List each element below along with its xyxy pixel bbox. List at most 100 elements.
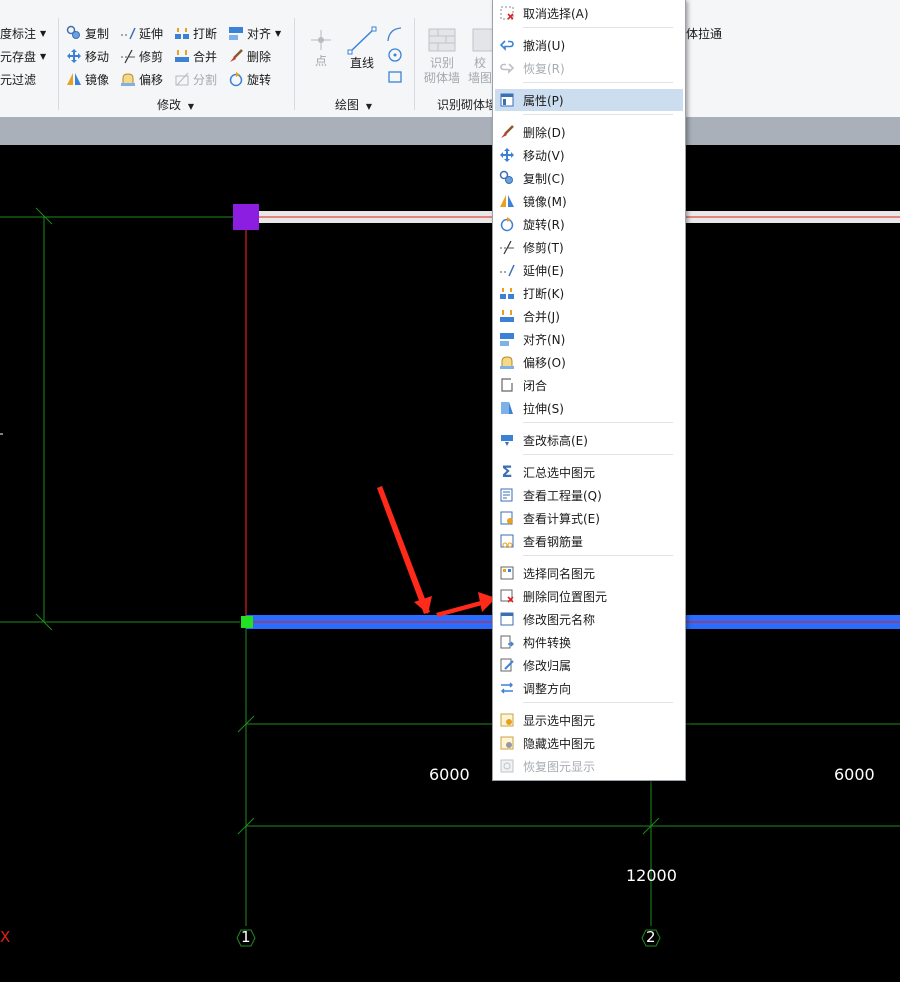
menu-item-offset[interactable]: 偏移(O)	[495, 351, 683, 373]
check-wall-button[interactable]: 校 墙图	[466, 26, 494, 86]
menu-item-rename-element[interactable]: 修改图元名称	[495, 608, 683, 630]
menu-item-view-formula[interactable]: 查看计算式(E)	[495, 507, 683, 529]
menu-label: 修改图元名称	[523, 612, 596, 627]
menu-item-deselect[interactable]: 取消选择(A)	[495, 2, 683, 24]
copy-button[interactable]: 复制	[66, 23, 109, 43]
menu-label: 查看计算式(E)	[523, 511, 600, 526]
menu-item-change-ownership[interactable]: 修改归属	[495, 654, 683, 676]
restore-display-icon	[499, 758, 515, 774]
draw-group-text: 绘图	[335, 98, 360, 112]
delete-brush-icon	[228, 48, 244, 64]
menu-item-view-rebar[interactable]: 查看钢筋量	[495, 530, 683, 552]
menu-item-convert-component[interactable]: 构件转换	[495, 631, 683, 653]
menu-item-mirror[interactable]: 镜像(M)	[495, 190, 683, 212]
move-button[interactable]: 移动	[66, 46, 109, 66]
wall-stretch-through-button[interactable]: 体拉通	[686, 23, 722, 43]
menu-item-rotate[interactable]: 旋转(R)	[495, 213, 683, 235]
merge-button[interactable]: 合并	[174, 46, 217, 66]
menu-label: 查看钢筋量	[523, 534, 584, 549]
offset-button[interactable]: 偏移	[120, 69, 163, 89]
menu-item-adjust-direction[interactable]: 调整方向	[495, 677, 683, 699]
menu-item-sum-selected[interactable]: Σ 汇总选中图元	[495, 461, 683, 483]
break-label: 打断	[193, 26, 218, 41]
trim-button[interactable]: 修剪	[120, 46, 163, 66]
menu-item-stretch[interactable]: 拉伸(S)	[495, 397, 683, 419]
align-button[interactable]: 对齐 ▼	[228, 23, 281, 43]
annotation-arrow-shaft	[377, 486, 430, 614]
filter-element-label: 元过滤	[0, 72, 37, 87]
rectangle-icon	[385, 67, 405, 89]
menu-label: 闭合	[523, 378, 548, 393]
rename-icon	[499, 611, 515, 627]
menu-label: 对齐(N)	[523, 332, 566, 347]
move-label: 移动	[85, 49, 110, 64]
menu-item-select-same-name[interactable]: 选择同名图元	[495, 562, 683, 584]
rebar-icon	[499, 533, 515, 549]
split-button[interactable]: 分割	[174, 69, 217, 89]
check-line2: 墙图	[467, 71, 492, 85]
menu-separator	[523, 27, 673, 28]
menu-item-view-quantity[interactable]: 查看工程量(Q)	[495, 484, 683, 506]
delete-same-position-icon	[499, 588, 515, 604]
offset-icon	[499, 354, 515, 370]
mirror-button[interactable]: 镜像	[66, 69, 109, 89]
dimension-button[interactable]: 度标注 ▼	[0, 23, 46, 43]
line-button[interactable]: 直线	[344, 26, 380, 71]
extend-button[interactable]: 延伸	[120, 23, 163, 43]
menu-item-undo[interactable]: 撤消(U)	[495, 34, 683, 56]
menu-item-align[interactable]: 对齐(N)	[495, 328, 683, 350]
menu-item-delete[interactable]: 删除(D)	[495, 121, 683, 143]
group-separator	[294, 18, 295, 110]
menu-item-trim[interactable]: 修剪(T)	[495, 236, 683, 258]
filter-element-button[interactable]: 元过滤	[0, 69, 36, 89]
break-icon	[174, 25, 190, 41]
menu-label: 隐藏选中图元	[523, 736, 596, 751]
ribbon-toolbar: 度标注 ▼ 元存盘 ▼ 元过滤 复制 延伸 打断 对齐 ▼ 移动 修剪 合并 删	[0, 0, 900, 118]
menu-item-properties[interactable]: 属性(P)	[495, 89, 683, 111]
arc-tools[interactable]	[385, 25, 405, 89]
menu-label: 查看工程量(Q)	[523, 488, 602, 503]
menu-item-restore-display[interactable]: 恢复图元显示	[495, 755, 683, 777]
merge-icon	[174, 48, 190, 64]
menu-item-show-selected[interactable]: 显示选中图元	[495, 709, 683, 731]
check-line1: 校	[473, 56, 486, 70]
modify-group-text: 修改	[157, 98, 182, 112]
menu-item-elevation[interactable]: 查改标高(E)	[495, 429, 683, 451]
menu-label: 复制(C)	[523, 171, 565, 186]
point-icon	[306, 28, 336, 54]
point-button[interactable]: 点	[306, 28, 336, 69]
menu-item-break[interactable]: 打断(K)	[495, 282, 683, 304]
extend-icon	[499, 262, 515, 278]
break-button[interactable]: 打断	[174, 23, 217, 43]
menu-item-move[interactable]: 移动(V)	[495, 144, 683, 166]
save-element-button[interactable]: 元存盘 ▼	[0, 46, 46, 66]
split-label: 分割	[193, 72, 218, 87]
menu-label: 显示选中图元	[523, 713, 596, 728]
dimension-text-12000: 12000	[626, 866, 677, 885]
menu-label: 恢复图元显示	[523, 759, 596, 774]
menu-item-extend[interactable]: 延伸(E)	[495, 259, 683, 281]
menu-item-hide-selected[interactable]: 隐藏选中图元	[495, 732, 683, 754]
menu-label: 取消选择(A)	[523, 6, 589, 21]
menu-separator	[523, 454, 673, 455]
menu-item-copy[interactable]: 复制(C)	[495, 167, 683, 189]
identify-group-text: 识别砌体墙	[437, 98, 498, 112]
menu-item-close-shape[interactable]: 闭合	[495, 374, 683, 396]
identify-line2: 砌体墙	[423, 71, 460, 85]
axis-label-2: 2	[646, 928, 656, 946]
drawing-canvas[interactable]: 6000 6000 12000 1 2 X	[0, 146, 900, 982]
rotate-button[interactable]: 旋转	[228, 69, 271, 89]
modify-group-label[interactable]: 修改 ▼	[157, 96, 194, 113]
menu-separator	[523, 555, 673, 556]
align-icon	[228, 25, 244, 41]
menu-item-delete-same-position[interactable]: 删除同位置图元	[495, 585, 683, 607]
draw-group-label[interactable]: 绘图 ▼	[335, 96, 372, 113]
break-icon	[499, 285, 515, 301]
menu-item-redo[interactable]: 恢复(R)	[495, 57, 683, 79]
arc-icon	[385, 25, 405, 45]
identify-masonry-wall-button[interactable]: 识别 砌体墙	[422, 26, 462, 86]
merge-label: 合并	[193, 49, 218, 64]
menu-label: 构件转换	[523, 635, 572, 650]
delete-button[interactable]: 删除	[228, 46, 271, 66]
menu-item-merge[interactable]: 合并(J)	[495, 305, 683, 327]
